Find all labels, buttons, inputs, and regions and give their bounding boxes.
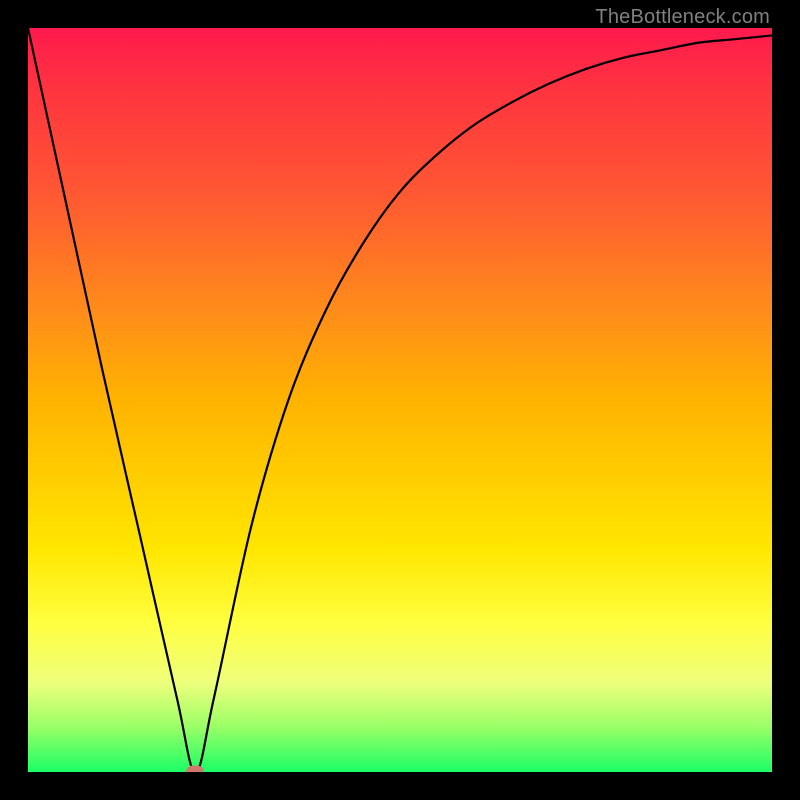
chart-container: TheBottleneck.com bbox=[0, 0, 800, 800]
plot-area bbox=[28, 28, 772, 772]
curve-svg bbox=[28, 28, 772, 772]
attribution-text: TheBottleneck.com bbox=[595, 6, 770, 29]
bottleneck-curve-path bbox=[28, 28, 772, 772]
optimum-marker bbox=[186, 766, 204, 773]
